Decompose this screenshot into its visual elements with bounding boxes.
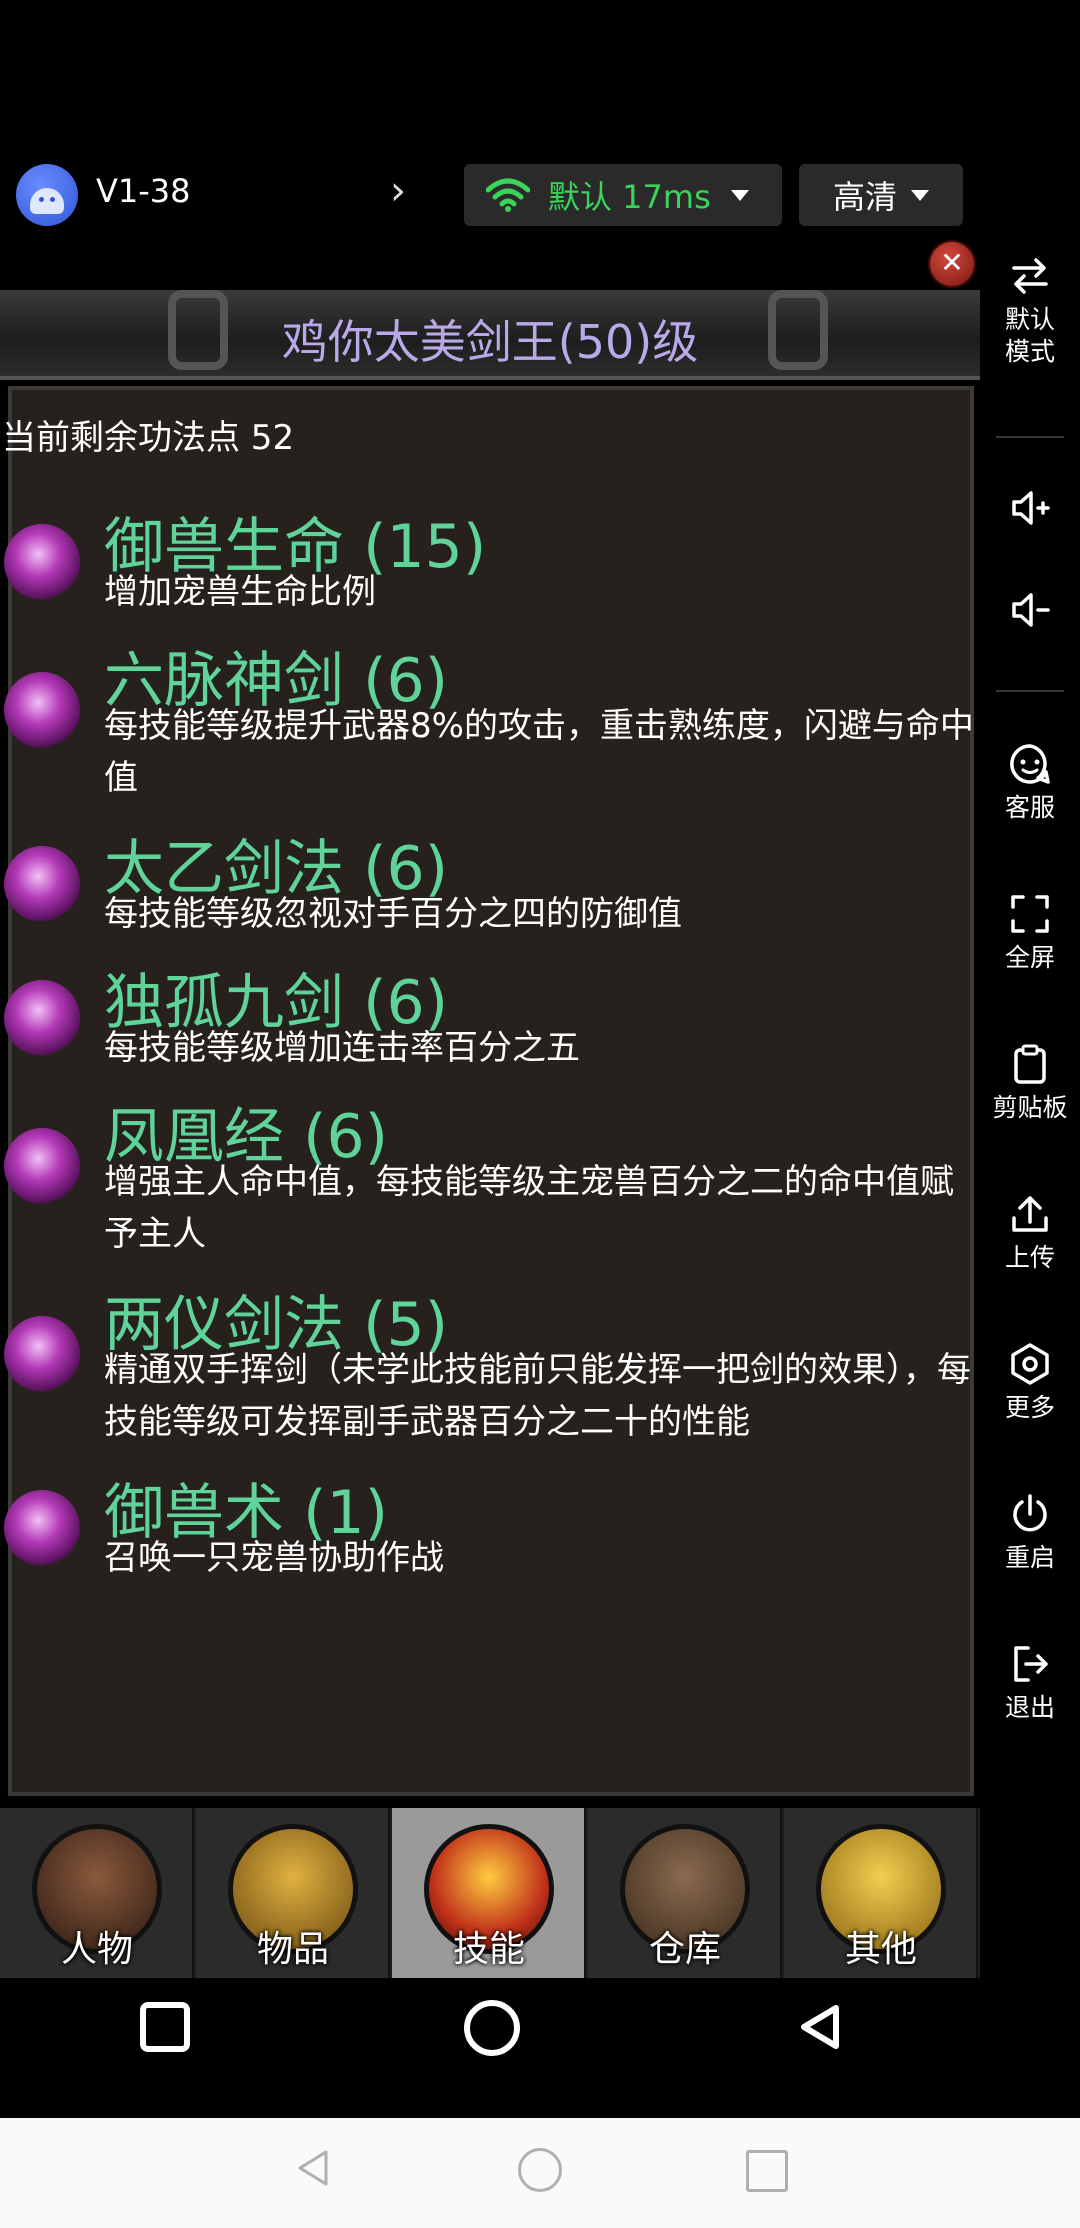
tab-storage[interactable]: 仓库 xyxy=(588,1808,782,1978)
tab-label: 仓库 xyxy=(648,1929,721,1970)
chat-icon xyxy=(1010,744,1050,784)
clipboard-icon xyxy=(1014,1044,1046,1084)
exit-icon xyxy=(1014,1646,1048,1682)
back-icon[interactable] xyxy=(796,2002,846,2052)
quality-label: 高清 xyxy=(832,178,897,216)
window-title-bar: 鸡你太美剑王(50)级 xyxy=(0,290,980,380)
volume-down-button[interactable] xyxy=(990,588,1070,638)
tab-label: 人物 xyxy=(60,1929,133,1970)
skill-desc: 增加宠兽生命比例 xyxy=(104,572,376,612)
divider xyxy=(996,690,1064,692)
upload-label: 上传 xyxy=(1004,1243,1055,1272)
more-button[interactable]: 更多 xyxy=(990,1342,1070,1424)
tab-label: 物品 xyxy=(256,1929,329,1970)
recents-icon[interactable] xyxy=(140,2002,190,2052)
more-label: 更多 xyxy=(1004,1393,1055,1422)
home-icon[interactable] xyxy=(464,2000,520,2056)
swap-arrows-icon xyxy=(1012,258,1048,294)
volume-up-button[interactable] xyxy=(990,486,1070,536)
system-home-icon[interactable] xyxy=(518,2148,562,2192)
skill-orb-icon xyxy=(4,1316,80,1392)
mode-toggle-button[interactable]: 默认 模式 xyxy=(990,254,1070,368)
skill-desc: 精通双手挥剑（未学此技能前只能发挥一把剑的效果），每技能等级可发挥副手武器百分之… xyxy=(104,1350,971,1442)
wifi-icon xyxy=(486,178,530,212)
skill-points-text: 当前剩余功法点 52 xyxy=(2,418,295,458)
skill-desc: 每技能等级增加连击率百分之五 xyxy=(104,1028,580,1068)
skill-desc: 召唤一只宠兽协助作战 xyxy=(104,1538,444,1578)
dropdown-caret-icon xyxy=(911,189,929,201)
network-label: 默认 17ms xyxy=(548,178,711,216)
restart-label: 重启 xyxy=(1004,1543,1055,1572)
more-hexagon-icon xyxy=(1011,1343,1049,1385)
skill-orb-icon xyxy=(4,1490,80,1566)
game-view: ✕ 鸡你太美剑王(50)级 当前剩余功法点 52 御兽生命 (15) 增加宠兽生… xyxy=(0,240,980,1980)
skill-orb-icon xyxy=(4,846,80,922)
close-icon[interactable]: ✕ xyxy=(928,240,976,288)
skill-desc: 增强主人命中值，每技能等级主宠兽百分之二的命中值赋予主人 xyxy=(104,1162,954,1254)
skill-desc: 每技能等级忽视对手百分之四的防御值 xyxy=(104,894,682,934)
fullscreen-button[interactable]: 全屏 xyxy=(990,892,1070,974)
tab-items[interactable]: 物品 xyxy=(196,1808,390,1978)
quality-selector[interactable]: 高清 xyxy=(799,164,963,226)
system-recents-icon[interactable] xyxy=(746,2150,788,2192)
chevron-right-icon[interactable]: › xyxy=(390,168,406,214)
tab-character[interactable]: 人物 xyxy=(0,1808,194,1978)
tab-label: 技能 xyxy=(452,1929,525,1970)
network-selector[interactable]: 默认 17ms xyxy=(464,164,782,226)
skill-orb-icon xyxy=(4,1128,80,1204)
bottom-tab-bar: 人物 物品 技能 仓库 其他 xyxy=(0,1808,980,1978)
dropdown-caret-icon xyxy=(730,189,749,201)
system-navigation-bar xyxy=(0,2118,1080,2228)
stream-toolbar: V1-38 › 默认 17ms 高清 xyxy=(0,150,1000,240)
tab-skills[interactable]: 技能 xyxy=(392,1808,586,1978)
skill-desc: 每技能等级提升武器8%的攻击，重击熟练度，闪避与命中值 xyxy=(104,706,974,798)
exit-label: 退出 xyxy=(1004,1693,1055,1722)
android-app-icon[interactable] xyxy=(16,164,78,226)
upload-button[interactable]: 上传 xyxy=(990,1192,1070,1274)
tab-label: 其他 xyxy=(844,1929,917,1970)
fullscreen-icon xyxy=(1011,895,1049,933)
restart-button[interactable]: 重启 xyxy=(990,1492,1070,1574)
clipboard-button[interactable]: 剪贴板 xyxy=(990,1042,1070,1124)
skill-orb-icon xyxy=(4,524,80,600)
version-label: V1-38 xyxy=(96,172,191,210)
mode-label: 默认 模式 xyxy=(1004,305,1055,366)
customer-service-button[interactable]: 客服 xyxy=(990,742,1070,824)
upload-icon xyxy=(1012,1196,1048,1232)
skill-orb-icon xyxy=(4,672,80,748)
character-title: 鸡你太美剑王(50)级 xyxy=(281,315,699,369)
customer-service-label: 客服 xyxy=(1004,793,1055,822)
clipboard-label: 剪贴板 xyxy=(992,1093,1068,1122)
power-icon xyxy=(1013,1494,1047,1532)
tab-other[interactable]: 其他 xyxy=(784,1808,978,1978)
fullscreen-label: 全屏 xyxy=(1004,943,1055,972)
divider xyxy=(996,436,1064,438)
volume-down-icon xyxy=(1012,593,1050,627)
exit-button[interactable]: 退出 xyxy=(990,1642,1070,1724)
skill-orb-icon xyxy=(4,980,80,1056)
volume-up-icon xyxy=(1012,491,1050,525)
remote-navigation-bar xyxy=(0,1980,1080,2060)
system-back-icon[interactable] xyxy=(294,2148,334,2188)
